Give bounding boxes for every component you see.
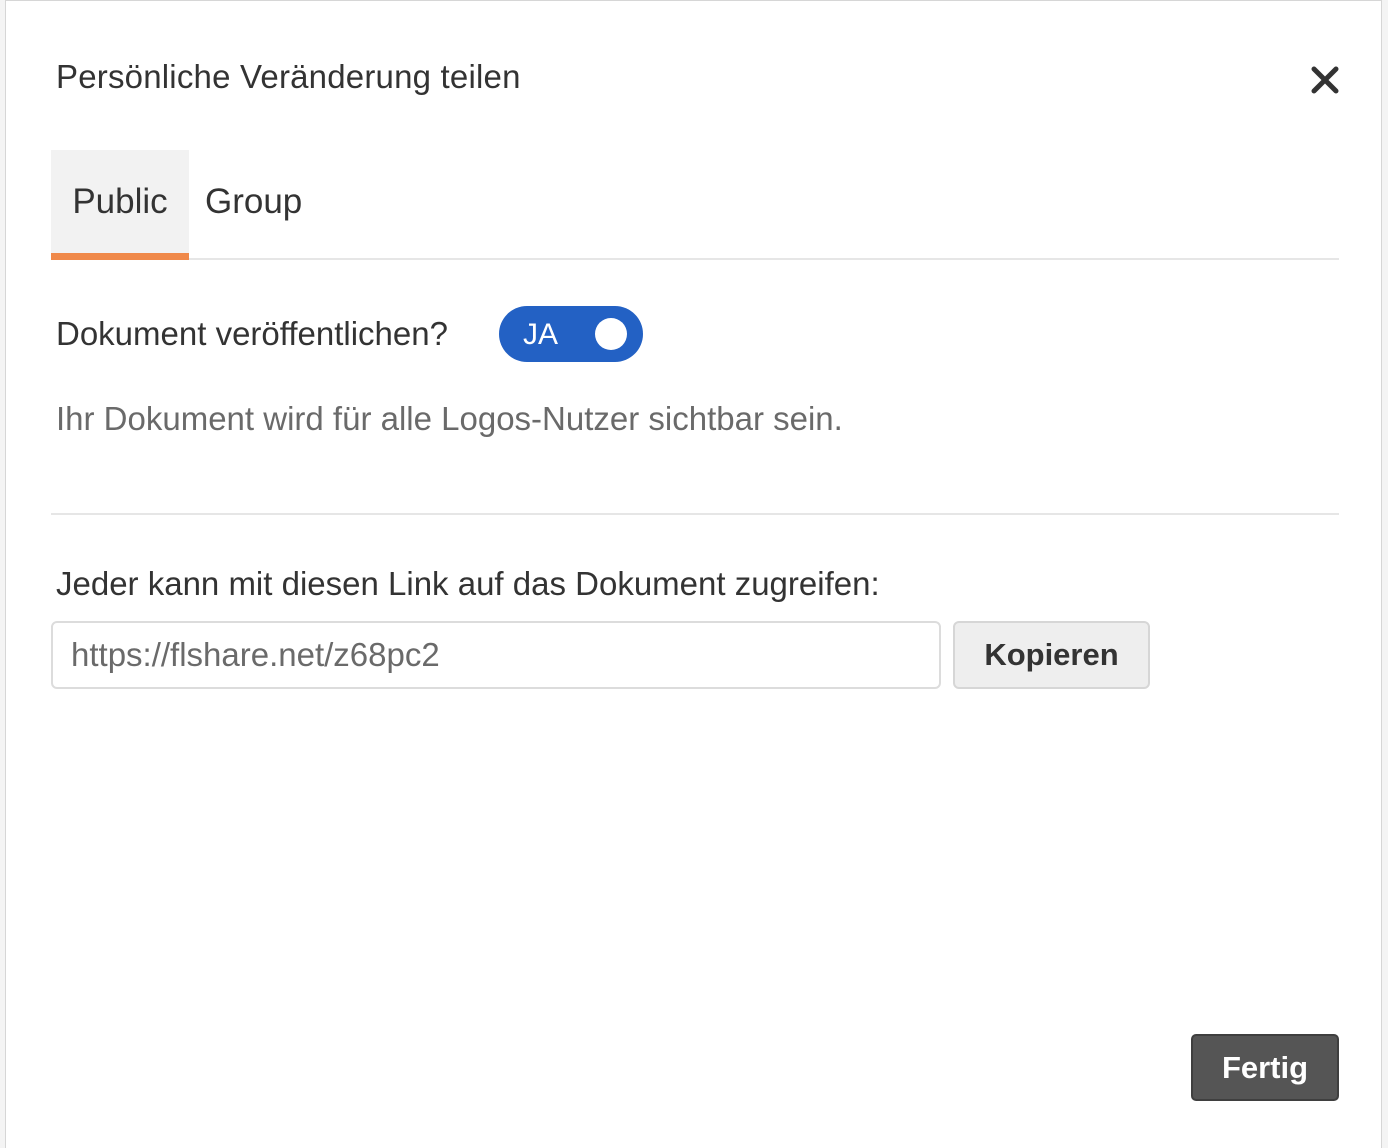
toggle-label: JA xyxy=(523,318,559,351)
publish-toggle[interactable]: JA xyxy=(499,306,643,362)
close-icon xyxy=(1311,66,1339,94)
publish-label: Dokument veröffentlichen? xyxy=(56,315,448,352)
share-link-label: Jeder kann mit diesen Link auf das Dokum… xyxy=(56,565,880,602)
share-dialog: Persönliche Veränderung teilen Public Gr… xyxy=(5,0,1382,1148)
tab-bar: Public Group xyxy=(51,150,1339,260)
section-divider xyxy=(51,513,1339,515)
done-button[interactable]: Fertig xyxy=(1191,1034,1339,1101)
copy-button[interactable]: Kopieren xyxy=(953,621,1150,689)
share-link-input[interactable] xyxy=(51,621,941,689)
close-button[interactable] xyxy=(1308,63,1342,97)
publish-description: Ihr Dokument wird für alle Logos-Nutzer … xyxy=(56,400,843,437)
dialog-title: Persönliche Veränderung teilen xyxy=(56,58,521,95)
tab-group[interactable]: Group xyxy=(199,150,323,260)
tab-public[interactable]: Public xyxy=(51,150,189,260)
toggle-knob xyxy=(595,318,627,350)
background-edge-right xyxy=(1382,0,1388,1148)
